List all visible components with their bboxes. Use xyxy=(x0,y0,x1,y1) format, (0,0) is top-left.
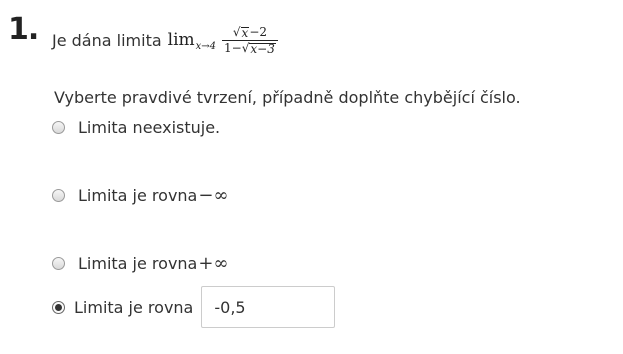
limit-operator: lim x→4 xyxy=(167,30,217,52)
sqrt-icon: √ xyxy=(232,24,241,39)
question-number: 1. xyxy=(8,12,39,47)
plus-infinity-symbol: +∞ xyxy=(198,253,229,274)
numerator-rest: −2 xyxy=(249,24,268,39)
option-no-limit[interactable]: Limita neexistuje. xyxy=(52,118,220,137)
option-value[interactable]: Limita je rovna xyxy=(52,286,336,328)
instruction-text: Vyberte pravdivé tvrzení, případně doplň… xyxy=(54,88,521,107)
option-plus-infinity[interactable]: Limita je rovna +∞ xyxy=(52,253,228,274)
option-label: Limita neexistuje. xyxy=(78,118,221,137)
denominator-sqrt: √ x−3 xyxy=(241,40,276,56)
radio-button[interactable] xyxy=(52,257,65,270)
option-label: Limita je rovna xyxy=(78,186,198,205)
lim-word: lim xyxy=(167,30,195,50)
numerator-radicand: x xyxy=(240,25,250,40)
numerator-sqrt: √ x xyxy=(232,24,250,40)
fraction-numerator: √ x −2 xyxy=(231,24,269,40)
denominator-radicand: x−3 xyxy=(249,41,276,56)
fraction-denominator: 1− √ x−3 xyxy=(222,40,278,56)
lim-subscript: x→4 xyxy=(195,41,217,52)
answer-input[interactable] xyxy=(201,286,336,328)
minus-infinity-symbol: −∞ xyxy=(198,185,229,206)
option-label: Limita je rovna xyxy=(74,297,194,317)
fraction: √ x −2 1− √ x−3 xyxy=(222,24,278,56)
question-text: Je dána limita lim x→4 √ x −2 1− √ x−3 xyxy=(52,20,278,60)
question-intro: Je dána limita xyxy=(52,30,162,50)
denominator-lead: 1− xyxy=(224,40,242,55)
radio-button[interactable] xyxy=(52,189,65,202)
sqrt-icon: √ xyxy=(241,40,250,55)
option-minus-infinity[interactable]: Limita je rovna −∞ xyxy=(52,185,228,206)
limit-expression: lim x→4 √ x −2 1− √ x−3 xyxy=(167,24,278,56)
radio-button[interactable] xyxy=(52,121,65,134)
radio-button-selected[interactable] xyxy=(52,300,65,314)
option-label: Limita je rovna xyxy=(78,254,198,273)
